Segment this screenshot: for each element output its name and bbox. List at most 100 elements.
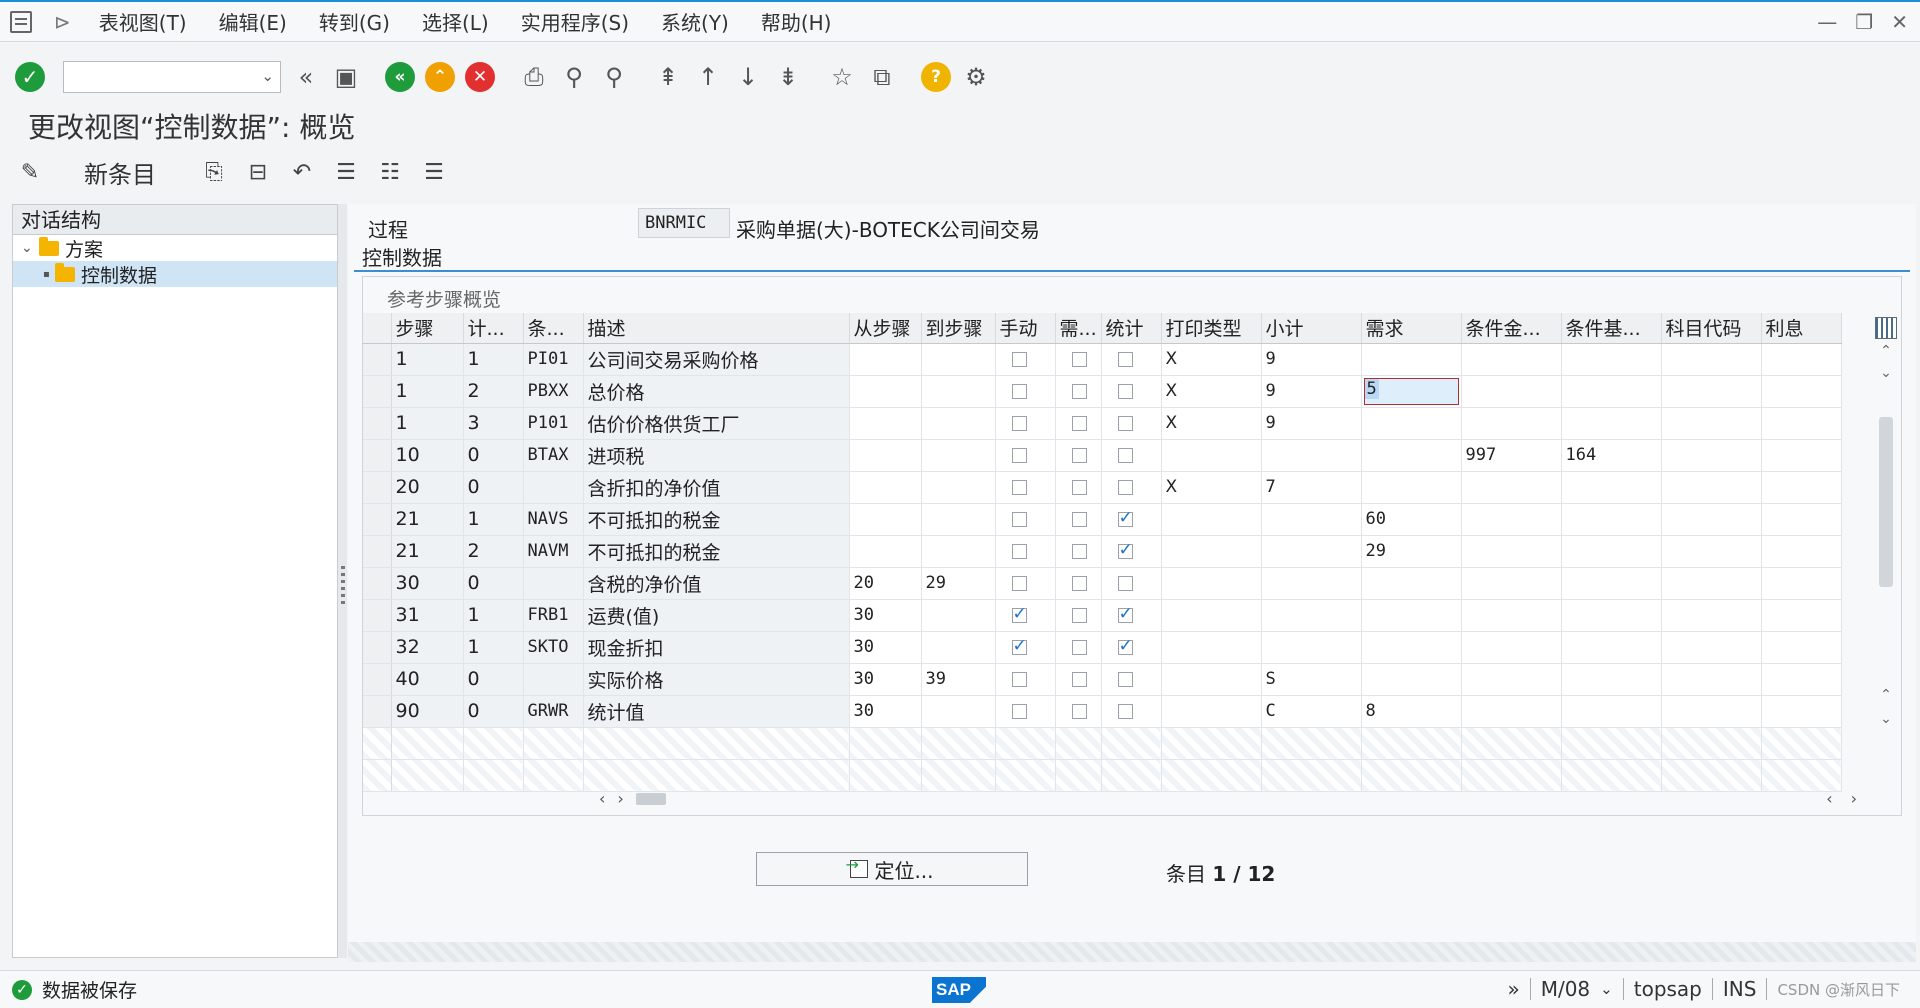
scroll-up-icon[interactable]: ⌃ bbox=[1875, 343, 1897, 365]
checkbox[interactable] bbox=[1071, 704, 1087, 719]
column-header[interactable]: 条... bbox=[523, 313, 584, 344]
table-cell[interactable] bbox=[849, 471, 922, 504]
shortcut-icon[interactable]: ⧉ bbox=[867, 62, 897, 92]
session-info[interactable]: M/08 bbox=[1541, 977, 1590, 1001]
row-selector[interactable] bbox=[363, 599, 392, 632]
table-cell[interactable] bbox=[921, 343, 996, 376]
checkbox[interactable] bbox=[1071, 480, 1087, 495]
scroll-thumb[interactable] bbox=[1879, 417, 1893, 587]
table-cell[interactable] bbox=[1661, 599, 1762, 632]
table-cell[interactable] bbox=[1361, 439, 1462, 472]
table-cell[interactable] bbox=[1761, 471, 1842, 504]
checkbox[interactable] bbox=[1011, 448, 1027, 463]
pin-icon[interactable]: ⊳ bbox=[54, 10, 71, 34]
chevron-down-icon[interactable]: ⌄ bbox=[21, 240, 39, 256]
table-cell[interactable] bbox=[1661, 695, 1762, 728]
table-cell[interactable]: 29 bbox=[921, 567, 996, 600]
checkbox[interactable] bbox=[1071, 416, 1087, 431]
checkbox[interactable] bbox=[1011, 384, 1027, 399]
column-header[interactable]: 手动 bbox=[995, 313, 1056, 344]
menu-goto[interactable]: 转到(G) bbox=[319, 7, 390, 36]
deselect-all-icon[interactable]: ☰ bbox=[420, 158, 448, 186]
checkbox[interactable] bbox=[1117, 704, 1133, 719]
checkbox[interactable] bbox=[1011, 480, 1027, 495]
table-cell[interactable] bbox=[921, 599, 996, 632]
checkbox[interactable] bbox=[1071, 352, 1087, 367]
table-cell[interactable]: 164 bbox=[1561, 439, 1662, 472]
display-change-icon[interactable]: ✎ bbox=[16, 158, 44, 186]
table-cell[interactable] bbox=[1661, 471, 1762, 504]
column-header[interactable]: 描述 bbox=[583, 313, 850, 344]
table-cell[interactable] bbox=[1561, 343, 1662, 376]
table-cell[interactable] bbox=[1661, 439, 1762, 472]
focused-input[interactable]: 5 bbox=[1363, 377, 1459, 405]
checkbox[interactable] bbox=[1011, 544, 1027, 559]
table-cell[interactable] bbox=[1161, 439, 1262, 472]
table-cell[interactable]: 7 bbox=[1261, 471, 1362, 504]
table-cell[interactable] bbox=[1561, 663, 1662, 696]
checkbox[interactable] bbox=[1071, 640, 1087, 655]
table-cell[interactable] bbox=[1761, 631, 1842, 664]
table-cell[interactable] bbox=[1661, 375, 1762, 408]
table-cell[interactable] bbox=[921, 695, 996, 728]
column-header[interactable]: 利息 bbox=[1761, 313, 1842, 344]
menu-table-view[interactable]: 表视图(T) bbox=[99, 7, 187, 36]
table-cell[interactable] bbox=[1161, 631, 1262, 664]
table-cell[interactable]: 8 bbox=[1361, 695, 1462, 728]
table-cell[interactable] bbox=[1561, 631, 1662, 664]
menu-system[interactable]: 系统(Y) bbox=[661, 7, 729, 36]
checkbox[interactable] bbox=[1071, 384, 1087, 399]
table-cell[interactable] bbox=[849, 503, 922, 536]
tree-node-control-data[interactable]: ▪ 控制数据 bbox=[13, 261, 337, 287]
table-cell[interactable] bbox=[1361, 407, 1462, 440]
table-cell[interactable] bbox=[1261, 439, 1362, 472]
exit-icon[interactable]: ⌃ bbox=[425, 62, 455, 92]
row-selector[interactable] bbox=[363, 503, 392, 536]
table-cell[interactable] bbox=[1761, 567, 1842, 600]
table-cell[interactable]: X bbox=[1161, 407, 1262, 440]
table-cell[interactable]: C bbox=[1261, 695, 1362, 728]
checkbox[interactable] bbox=[1117, 352, 1133, 367]
table-cell[interactable] bbox=[1461, 471, 1562, 504]
column-header[interactable]: 从步骤 bbox=[849, 313, 922, 344]
tree-node-scheme[interactable]: ⌄ 方案 bbox=[13, 235, 337, 261]
table-cell[interactable]: 20 bbox=[849, 567, 922, 600]
splitter-grip[interactable] bbox=[341, 566, 345, 606]
row-selector[interactable] bbox=[363, 343, 392, 376]
new-entry-button[interactable]: 新条目 bbox=[84, 155, 156, 190]
row-selector[interactable] bbox=[363, 439, 392, 472]
scroll-right-icon[interactable]: › bbox=[1851, 789, 1857, 808]
checkbox[interactable] bbox=[1011, 576, 1027, 591]
first-page-icon[interactable]: ⇞ bbox=[653, 62, 683, 92]
checkbox[interactable] bbox=[1011, 512, 1027, 527]
save-icon[interactable]: ▣ bbox=[331, 62, 361, 92]
table-cell[interactable] bbox=[1361, 567, 1462, 600]
row-selector[interactable] bbox=[363, 567, 392, 600]
checkbox[interactable] bbox=[1071, 448, 1087, 463]
checkbox[interactable] bbox=[1011, 604, 1027, 624]
table-cell[interactable] bbox=[849, 375, 922, 408]
column-header[interactable]: 计... bbox=[463, 313, 524, 344]
table-cell[interactable] bbox=[1461, 599, 1562, 632]
table-cell[interactable] bbox=[1561, 535, 1662, 568]
table-cell[interactable] bbox=[1461, 407, 1562, 440]
table-cell[interactable] bbox=[921, 631, 996, 664]
print-icon[interactable]: ⎙ bbox=[519, 62, 549, 92]
help-icon[interactable]: ? bbox=[921, 62, 951, 92]
table-cell[interactable]: 60 bbox=[1361, 503, 1462, 536]
table-cell[interactable] bbox=[1761, 599, 1842, 632]
row-selector[interactable] bbox=[363, 759, 392, 792]
table-cell[interactable] bbox=[1561, 407, 1662, 440]
table-cell[interactable] bbox=[849, 535, 922, 568]
cancel-icon[interactable]: ✕ bbox=[465, 62, 495, 92]
column-header[interactable]: 打印类型 bbox=[1161, 313, 1262, 344]
row-selector[interactable] bbox=[363, 375, 392, 408]
table-cell[interactable] bbox=[1661, 663, 1762, 696]
table-cell[interactable] bbox=[921, 471, 996, 504]
table-cell[interactable] bbox=[1161, 663, 1262, 696]
gear-icon[interactable]: ⚙ bbox=[961, 62, 991, 92]
table-cell[interactable]: 30 bbox=[849, 695, 922, 728]
new-session-icon[interactable]: ☆ bbox=[827, 62, 857, 92]
table-cell[interactable] bbox=[1161, 535, 1262, 568]
table-cell[interactable]: 30 bbox=[849, 663, 922, 696]
